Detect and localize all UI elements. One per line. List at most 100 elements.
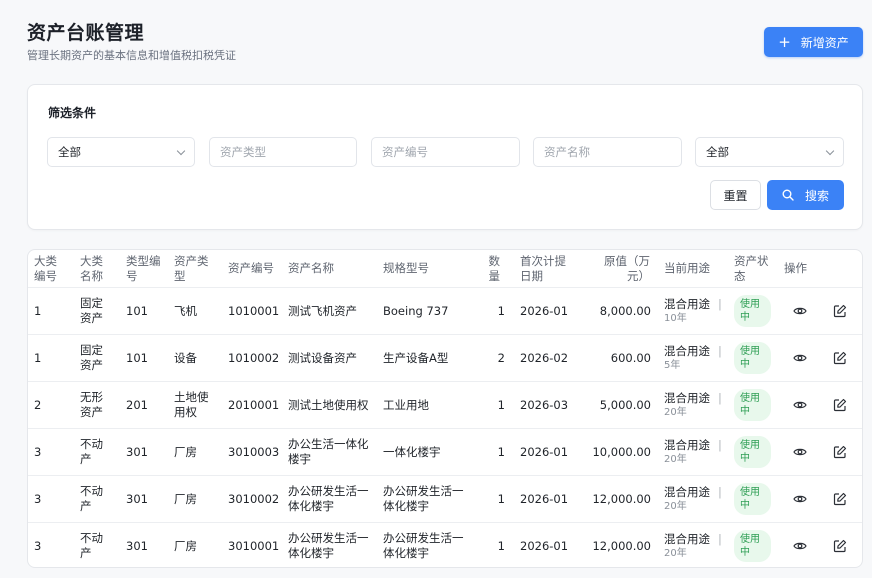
usage-group: 混合用途 | 20年 <box>664 532 722 561</box>
asset-type-input[interactable]: 资产类型 <box>209 137 357 167</box>
usage-line: 混合用途 | <box>664 438 722 453</box>
usage-years: 5年 <box>664 359 681 371</box>
usage-group: 混合用途 | 10年 <box>664 297 722 326</box>
view-eye-icon[interactable] <box>793 445 807 459</box>
edit-pencil-icon[interactable] <box>833 445 847 459</box>
view-eye-icon[interactable] <box>793 398 807 412</box>
usage-cell: 混合用途 | 10年 <box>664 288 730 334</box>
date-cell: 2026-02 <box>520 350 569 365</box>
status-badge: 使用中 <box>734 530 771 562</box>
asset-name-input[interactable]: 资产名称 <box>533 137 682 167</box>
cat-name-cell: 不动产 <box>80 437 103 466</box>
usage-text: 混合用途 <box>664 343 710 358</box>
filter-card: 筛选条件 全部 资产类型 资产编号 资产名称 全部 重置 搜索 <box>27 84 863 230</box>
asset-code-input[interactable]: 资产编号 <box>371 137 520 167</box>
status-cell: 使用中 <box>734 382 780 428</box>
date-cell: 2026-01 <box>520 491 569 506</box>
add-asset-button[interactable]: + 新增资产 <box>764 27 863 57</box>
plus-icon: + <box>778 32 791 51</box>
edit-pencil-icon[interactable] <box>833 304 847 318</box>
view-eye-icon[interactable] <box>793 492 807 506</box>
category-select-value: 全部 <box>58 145 81 159</box>
status-cell: 使用中 <box>734 523 780 567</box>
status-badge: 使用中 <box>734 295 771 327</box>
usage-years: 10年 <box>664 312 687 324</box>
qty-cell: 1 <box>497 444 505 459</box>
spec-cell: 工业用地 <box>383 397 429 412</box>
type-code-cell: 101 <box>126 350 148 365</box>
col-header-value: 原值（万元） <box>604 253 650 283</box>
usage-separator: | <box>718 343 722 358</box>
chevron-down-icon <box>825 146 835 155</box>
filter-title: 筛选条件 <box>48 106 97 120</box>
edit-pencil-icon[interactable] <box>833 351 847 365</box>
edit-pencil-icon[interactable] <box>833 492 847 506</box>
type-code-cell: 101 <box>126 303 148 318</box>
col-header-usage: 当前用途 <box>664 261 710 275</box>
usage-line: 混合用途 | <box>664 532 722 547</box>
col-header-date: 首次计提日期 <box>520 253 566 283</box>
usage-line: 混合用途 | <box>664 485 722 500</box>
col-header-status: 资产状态 <box>734 253 769 283</box>
usage-line: 混合用途 | <box>664 297 722 312</box>
cat-name-cell: 不动产 <box>80 531 103 560</box>
view-eye-icon[interactable] <box>793 351 807 365</box>
name-cell: 办公研发生活一体化楼宇 <box>288 484 369 513</box>
usage-line: 混合用途 | <box>664 391 722 406</box>
col-header-type: 资产类型 <box>174 253 209 283</box>
type-cell: 飞机 <box>174 303 197 318</box>
code-cell: 1010001 <box>228 303 280 318</box>
status-select[interactable]: 全部 <box>695 137 844 167</box>
status-badge: 使用中 <box>734 483 771 515</box>
status-badge: 使用中 <box>734 436 771 468</box>
name-cell: 办公生活一体化楼宇 <box>288 437 369 466</box>
col-header-cat-name: 大类名称 <box>80 253 103 283</box>
type-cell: 厂房 <box>174 491 197 506</box>
cat-name-cell: 不动产 <box>80 484 103 513</box>
usage-separator: | <box>718 484 722 499</box>
col-header-qty: 数量 <box>488 253 501 283</box>
code-cell: 1010002 <box>228 350 280 365</box>
value-cell: 8,000.00 <box>599 303 651 318</box>
col-header-spec: 规格型号 <box>383 261 429 275</box>
view-eye-icon[interactable] <box>793 539 807 553</box>
cat-code-cell: 3 <box>34 444 42 459</box>
asset-type-placeholder: 资产类型 <box>220 145 266 159</box>
usage-group: 混合用途 | 20年 <box>664 391 722 420</box>
edit-pencil-icon[interactable] <box>833 539 847 553</box>
search-button[interactable]: 搜索 <box>767 180 844 210</box>
col-header-name: 资产名称 <box>288 261 334 275</box>
edit-pencil-icon[interactable] <box>833 398 847 412</box>
value-cell: 600.00 <box>610 350 651 365</box>
cat-code-cell: 2 <box>34 397 42 412</box>
status-badge: 使用中 <box>734 389 771 421</box>
code-cell: 3010002 <box>228 491 280 506</box>
qty-cell: 1 <box>497 303 505 318</box>
add-asset-label: 新增资产 <box>800 35 849 50</box>
cat-name-cell: 固定资产 <box>80 296 103 325</box>
date-cell: 2026-03 <box>520 397 569 412</box>
type-cell: 土地使用权 <box>174 390 209 419</box>
asset-code-placeholder: 资产编号 <box>382 145 428 159</box>
usage-text: 混合用途 <box>664 296 710 311</box>
usage-separator: | <box>718 296 722 311</box>
date-cell: 2026-01 <box>520 303 569 318</box>
name-cell: 测试土地使用权 <box>288 397 369 412</box>
code-cell: 3010003 <box>228 444 280 459</box>
spec-cell: 一体化楼宇 <box>383 444 441 459</box>
cat-name-cell: 固定资产 <box>80 343 103 372</box>
date-cell: 2026-01 <box>520 538 569 553</box>
status-cell: 使用中 <box>734 288 780 334</box>
name-cell: 测试飞机资产 <box>288 303 357 318</box>
usage-line: 混合用途 | <box>664 344 722 359</box>
value-cell: 10,000.00 <box>592 444 651 459</box>
cat-code-cell: 1 <box>34 303 42 318</box>
category-select[interactable]: 全部 <box>47 137 195 167</box>
usage-text: 混合用途 <box>664 390 710 405</box>
type-code-cell: 301 <box>126 444 148 459</box>
status-cell: 使用中 <box>734 429 780 475</box>
usage-text: 混合用途 <box>664 437 710 452</box>
usage-separator: | <box>718 531 722 546</box>
view-eye-icon[interactable] <box>793 304 807 318</box>
reset-button[interactable]: 重置 <box>710 180 761 210</box>
